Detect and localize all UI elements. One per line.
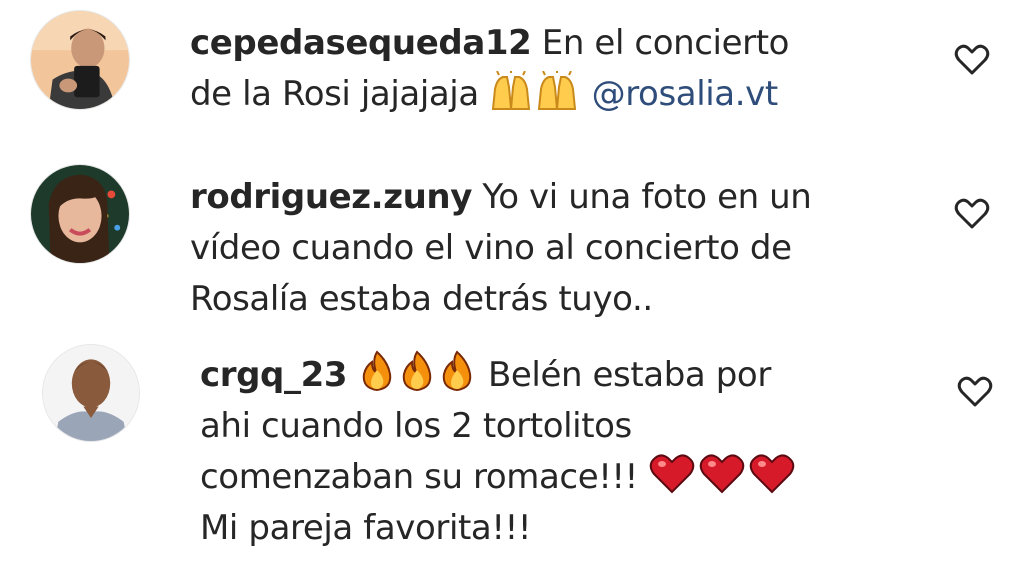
red-heart-emoji — [648, 452, 696, 494]
comment-item: cepedasequeda12 En el concierto de la Ro… — [0, 0, 1024, 150]
comment-line: de la Rosi jajajaja @rosalia.vt — [190, 69, 789, 120]
avatar-image — [43, 345, 139, 441]
comment-username[interactable]: rodriguez.zuny — [190, 177, 472, 217]
heart-outline-icon — [954, 44, 990, 75]
comment-text-segment — [347, 355, 357, 395]
comment-username[interactable]: crgq_23 — [200, 355, 348, 395]
comment-item: crgq_23 Belén estaba por ahi cuando los … — [0, 338, 1024, 576]
red-heart-emoji — [748, 452, 796, 494]
avatar[interactable] — [30, 10, 130, 110]
mention-link[interactable]: @rosalia.vt — [592, 74, 779, 114]
avatar[interactable] — [30, 164, 130, 264]
comment-line: crgq_23 Belén estaba por — [200, 350, 798, 401]
red-heart-emoji — [698, 452, 746, 494]
comment-text: crgq_23 Belén estaba por ahi cuando los … — [200, 350, 798, 554]
like-button[interactable] — [955, 372, 995, 412]
comment-line: rodriguez.zuny Yo vi una foto en un — [190, 172, 812, 223]
comment-line: cepedasequeda12 En el concierto — [190, 18, 789, 69]
comment-line: ahi cuando los 2 tortolitos — [200, 406, 632, 446]
fire-emoji — [358, 350, 396, 392]
praising-hands-emoji — [535, 71, 579, 111]
avatar-image — [31, 11, 129, 109]
comment-line: vídeo cuando el vino al concierto de — [190, 228, 792, 268]
fire-emoji — [398, 350, 436, 392]
comment-item: rodriguez.zuny Yo vi una foto en un víde… — [0, 160, 1024, 340]
like-button[interactable] — [952, 194, 992, 234]
comment-text: rodriguez.zuny Yo vi una foto en un víde… — [190, 172, 812, 325]
comment-text-segment — [581, 74, 591, 114]
comment-text-segment: comenzaban su romace!!! — [200, 457, 649, 497]
comment-text: cepedasequeda12 En el concierto de la Ro… — [190, 18, 789, 120]
comment-line: Rosalía estaba detrás tuyo.. — [190, 279, 653, 319]
praising-hands-emoji — [489, 71, 533, 111]
comment-text-segment: En el concierto — [531, 23, 790, 63]
heart-outline-icon — [957, 376, 993, 407]
comment-line: Mi pareja favorita!!! — [200, 508, 532, 548]
comment-text-segment: de la Rosi jajajaja — [190, 74, 490, 114]
avatar-image — [31, 165, 129, 263]
comment-username[interactable]: cepedasequeda12 — [190, 23, 532, 63]
heart-outline-icon — [954, 198, 990, 229]
fire-emoji — [438, 350, 476, 392]
like-button[interactable] — [952, 40, 992, 80]
comment-text-segment: Yo vi una foto en un — [471, 177, 812, 217]
comment-text-segment: Belén estaba por — [477, 355, 771, 395]
comment-line: comenzaban su romace!!! — [200, 452, 798, 503]
avatar[interactable] — [42, 344, 140, 442]
